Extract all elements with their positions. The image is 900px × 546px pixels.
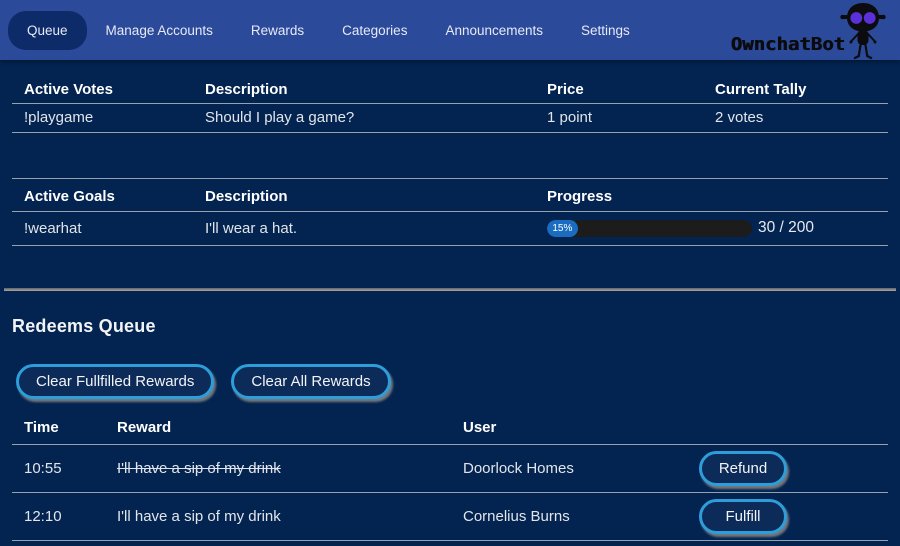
clear-all-rewards-button[interactable]: Clear All Rewards <box>231 364 390 399</box>
redeem-row: 10:55 I'll have a sip of my drink Doorlo… <box>12 445 888 493</box>
vote-tally: 2 votes <box>703 104 888 133</box>
goal-progress-fill: 15% <box>547 220 578 237</box>
section-divider <box>4 288 896 291</box>
goal-description: I'll wear a hat. <box>193 212 535 246</box>
logo-text: OwnchatBot <box>731 36 845 59</box>
vote-command: !playgame <box>12 104 193 133</box>
clear-fulfilled-rewards-button[interactable]: Clear Fullfilled Rewards <box>16 364 214 399</box>
top-nav: Queue Manage Accounts Rewards Categories… <box>0 0 900 60</box>
active-goals-table: Active Goals Description Progress !wearh… <box>12 178 888 246</box>
votes-header-tally: Current Tally <box>703 75 888 104</box>
redeem-user: Cornelius Burns <box>451 493 687 541</box>
vote-row: !playgame Should I play a game? 1 point … <box>12 104 888 133</box>
redeem-user: Doorlock Homes <box>451 445 687 493</box>
redeems-header-user: User <box>451 412 687 445</box>
redeem-row: 12:10 I'll have a sip of my drink Cornel… <box>12 493 888 541</box>
goal-progress: 15% 30 / 200 <box>547 219 876 237</box>
redeems-header-actions <box>687 412 888 445</box>
ownchatbot-logo: OwnchatBot <box>731 2 886 60</box>
goal-progress-percent-label: 15% <box>552 223 572 234</box>
nav-tab-queue[interactable]: Queue <box>8 11 87 50</box>
goals-header-progress: Progress <box>535 179 888 212</box>
robot-mascot-icon <box>840 2 886 60</box>
votes-header-description: Description <box>193 75 535 104</box>
refund-button[interactable]: Refund <box>699 451 787 486</box>
goals-header-description: Description <box>193 179 535 212</box>
goal-row: !wearhat I'll wear a hat. 15% 30 / 200 <box>12 212 888 246</box>
goal-command: !wearhat <box>12 212 193 246</box>
redeem-time: 12:10 <box>12 493 105 541</box>
votes-header-price: Price <box>535 75 703 104</box>
nav-tab-categories[interactable]: Categories <box>323 11 426 50</box>
page-content: Active Votes Description Price Current T… <box>0 75 900 541</box>
fulfill-button[interactable]: Fulfill <box>699 499 787 534</box>
redeems-header-time: Time <box>12 412 105 445</box>
redeem-reward: I'll have a sip of my drink <box>105 493 451 541</box>
goal-progress-bar: 15% <box>547 220 752 237</box>
votes-header-row: Active Votes Description Price Current T… <box>12 75 888 104</box>
vote-price: 1 point <box>535 104 703 133</box>
nav-tab-announcements[interactable]: Announcements <box>426 11 562 50</box>
redeems-header-reward: Reward <box>105 412 451 445</box>
redeem-time: 10:55 <box>12 445 105 493</box>
nav-tab-manage-accounts[interactable]: Manage Accounts <box>87 11 232 50</box>
redeems-header-row: Time Reward User <box>12 412 888 445</box>
vote-description: Should I play a game? <box>193 104 535 133</box>
redeem-reward: I'll have a sip of my drink <box>105 445 451 493</box>
redeems-queue-heading: Redeems Queue <box>12 316 888 337</box>
goals-header-command: Active Goals <box>12 179 193 212</box>
nav-tab-settings[interactable]: Settings <box>562 11 649 50</box>
goal-progress-count: 30 / 200 <box>758 219 814 237</box>
goals-header-row: Active Goals Description Progress <box>12 179 888 212</box>
active-votes-table: Active Votes Description Price Current T… <box>12 75 888 133</box>
redeems-queue-table: Time Reward User 10:55 I'll have a sip o… <box>12 412 888 541</box>
votes-header-command: Active Votes <box>12 75 193 104</box>
redeems-actions: Clear Fullfilled Rewards Clear All Rewar… <box>16 364 888 399</box>
nav-tab-rewards[interactable]: Rewards <box>232 11 323 50</box>
